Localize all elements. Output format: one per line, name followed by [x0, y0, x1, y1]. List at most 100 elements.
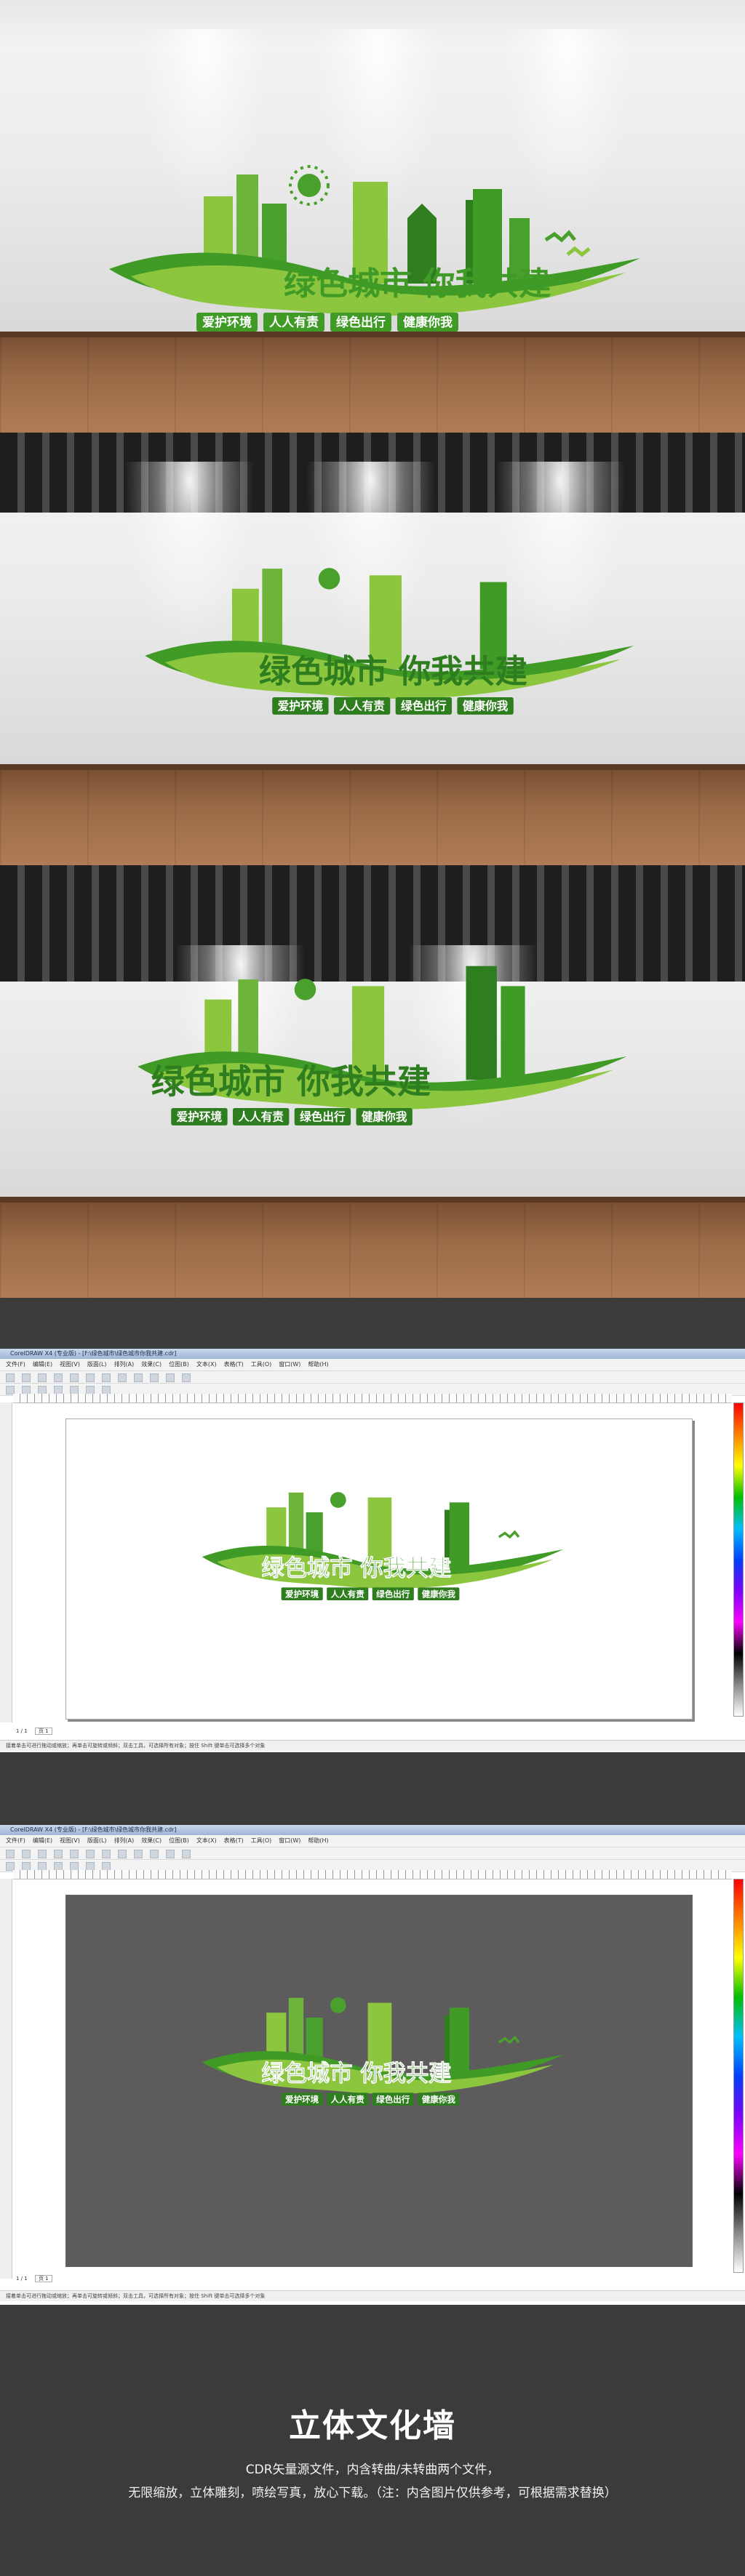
- print-icon[interactable]: [54, 1850, 63, 1858]
- sign-artwork: 绿色城市 你我共建 爱护环境 人人有责 绿色出行 健康你我: [138, 966, 627, 1126]
- menu-item[interactable]: 工具(O): [251, 1835, 272, 1847]
- menu-item[interactable]: 效果(C): [141, 1835, 162, 1847]
- cut-icon[interactable]: [70, 1373, 79, 1382]
- slogan-text: 绿色城市 你我共建: [151, 1062, 431, 1102]
- menu-item[interactable]: 版面(L): [87, 1835, 107, 1847]
- menu-item[interactable]: 排列(A): [114, 1359, 135, 1371]
- menu-item[interactable]: 文本(X): [196, 1835, 217, 1847]
- tag-text: 人人有责: [331, 1589, 365, 1599]
- menu-bar: 文件(F) 编辑(E) 视图(V) 版面(L) 排列(A) 效果(C) 位图(B…: [0, 1359, 745, 1371]
- page-tab[interactable]: 页 1: [34, 1728, 52, 1735]
- save-icon[interactable]: [38, 1373, 47, 1382]
- menu-item[interactable]: 帮助(H): [308, 1835, 328, 1847]
- menu-item[interactable]: 窗口(W): [279, 1835, 300, 1847]
- tag-text: 绿色出行: [376, 2094, 410, 2104]
- menu-item[interactable]: 位图(B): [169, 1835, 189, 1847]
- standard-toolbar: [0, 1371, 745, 1384]
- tag-text: 人人有责: [331, 2094, 365, 2104]
- birds-icon: [498, 2035, 520, 2045]
- zoom-icon[interactable]: [182, 1373, 191, 1382]
- menu-item[interactable]: 编辑(E): [33, 1359, 52, 1371]
- toolbox[interactable]: [0, 1403, 12, 1722]
- redo-icon[interactable]: [134, 1850, 143, 1858]
- open-icon[interactable]: [22, 1850, 31, 1858]
- sun-icon: [289, 165, 330, 206]
- open-icon[interactable]: [22, 1373, 31, 1382]
- tag-text: 爱护环境: [285, 1589, 319, 1599]
- tag-text: 健康你我: [403, 315, 453, 330]
- tag-text: 绿色出行: [336, 315, 386, 330]
- paste-icon[interactable]: [102, 1850, 111, 1858]
- culture-wall-sign: 绿色城市 你我共建 爱护环境 人人有责 绿色出行 健康你我: [131, 931, 640, 1149]
- menu-item[interactable]: 视图(V): [60, 1835, 80, 1847]
- export-icon[interactable]: [166, 1373, 175, 1382]
- tag-text: 健康你我: [422, 1589, 456, 1599]
- menu-bar: 文件(F) 编辑(E) 视图(V) 版面(L) 排列(A) 效果(C) 位图(B…: [0, 1835, 745, 1847]
- copy-icon[interactable]: [86, 1373, 95, 1382]
- wood-floor: [0, 1203, 745, 1298]
- skirting-board: [0, 1197, 745, 1203]
- menu-item[interactable]: 版面(L): [87, 1359, 107, 1371]
- tag-text: 人人有责: [339, 699, 385, 713]
- menu-item[interactable]: 视图(V): [60, 1359, 80, 1371]
- new-icon[interactable]: [6, 1850, 15, 1858]
- menu-item[interactable]: 表格(T): [224, 1359, 244, 1371]
- menu-item[interactable]: 编辑(E): [33, 1835, 52, 1847]
- undo-icon[interactable]: [118, 1373, 127, 1382]
- wood-floor: [0, 770, 745, 865]
- tag-text: 健康你我: [362, 1110, 407, 1123]
- wall-mockup-scene-1: 绿色城市 你我共建 爱护环境 人人有责 绿色出行 健康你我: [0, 0, 745, 433]
- footer-description: CDR矢量源文件，内含转曲/未转曲两个文件，: [245, 2463, 500, 2477]
- page-navigator[interactable]: 1 / 1 页 1: [16, 1727, 52, 1736]
- page-indicator: 1 / 1: [16, 1728, 28, 1734]
- status-bar: 接着单击可进行拖动或缩放；再单击可旋转或倾斜；双击工具，可选择所有对象；按住 S…: [0, 1740, 745, 1751]
- menu-item[interactable]: 效果(C): [141, 1359, 162, 1371]
- new-icon[interactable]: [6, 1373, 15, 1382]
- slogan-text: 绿色城市 你我共建: [261, 1554, 452, 1581]
- page-navigator[interactable]: 1 / 1 页 1: [16, 2274, 52, 2283]
- tag-text: 爱护环境: [177, 1110, 223, 1123]
- color-palette[interactable]: [733, 1879, 744, 2273]
- page-tab[interactable]: 页 1: [34, 2275, 52, 2282]
- cut-icon[interactable]: [70, 1850, 79, 1858]
- menu-item[interactable]: 位图(B): [169, 1359, 189, 1371]
- footer-title: 立体文化墙: [289, 2407, 456, 2444]
- menu-item[interactable]: 窗口(W): [279, 1359, 300, 1371]
- tag-text: 绿色出行: [376, 1589, 410, 1599]
- tag-text: 健康你我: [422, 2094, 456, 2104]
- zoom-icon[interactable]: [182, 1850, 191, 1858]
- sign-artwork: 绿色城市 你我共建 爱护环境 人人有责 绿色出行 健康你我: [202, 1492, 564, 1601]
- import-icon[interactable]: [150, 1373, 159, 1382]
- slogan-text: 绿色城市 你我共建: [259, 654, 527, 691]
- tag-text: 人人有责: [269, 315, 319, 330]
- menu-item[interactable]: 排列(A): [114, 1835, 135, 1847]
- import-icon[interactable]: [150, 1850, 159, 1858]
- tag-text: 绿色出行: [401, 699, 447, 713]
- horizontal-ruler: [13, 1870, 732, 1879]
- culture-wall-sign: 绿色城市 你我共建 爱护环境 人人有责 绿色出行 健康你我: [138, 520, 648, 738]
- copy-icon[interactable]: [86, 1850, 95, 1858]
- skirting-board: [0, 764, 745, 771]
- window-title: CorelDRAW X4 (专业版) - [F:\绿色城市\绿色城市你我共建.c…: [0, 1825, 745, 1835]
- drawing-canvas[interactable]: 绿色城市 你我共建 爱护环境 人人有责 绿色出行 健康你我: [65, 1419, 693, 1720]
- slogan-text: 绿色城市 你我共建: [284, 265, 551, 302]
- undo-icon[interactable]: [118, 1850, 127, 1858]
- footer-description: 无限缩放，立体雕刻，喷绘写真，放心下载。（注：内含图片仅供参考，可根据需求替换）: [128, 2486, 617, 2500]
- menu-item[interactable]: 帮助(H): [308, 1359, 328, 1371]
- wall-mockup-scene-3: 绿色城市 你我共建 爱护环境 人人有责 绿色出行 健康你我: [0, 865, 745, 1298]
- color-palette[interactable]: [733, 1403, 744, 1717]
- tag-text: 爱护环境: [285, 2094, 319, 2104]
- toolbox[interactable]: [0, 1879, 12, 2279]
- export-icon[interactable]: [166, 1850, 175, 1858]
- menu-item[interactable]: 文本(X): [196, 1359, 217, 1371]
- menu-item[interactable]: 表格(T): [224, 1835, 244, 1847]
- drawing-canvas[interactable]: 绿色城市 你我共建 爱护环境 人人有责 绿色出行 健康你我: [65, 1895, 693, 2267]
- redo-icon[interactable]: [134, 1373, 143, 1382]
- save-icon[interactable]: [38, 1850, 47, 1858]
- paste-icon[interactable]: [102, 1373, 111, 1382]
- menu-item[interactable]: 文件(F): [6, 1835, 25, 1847]
- menu-item[interactable]: 工具(O): [251, 1359, 272, 1371]
- print-icon[interactable]: [54, 1373, 63, 1382]
- menu-item[interactable]: 文件(F): [6, 1359, 25, 1371]
- tag-text: 健康你我: [463, 699, 509, 713]
